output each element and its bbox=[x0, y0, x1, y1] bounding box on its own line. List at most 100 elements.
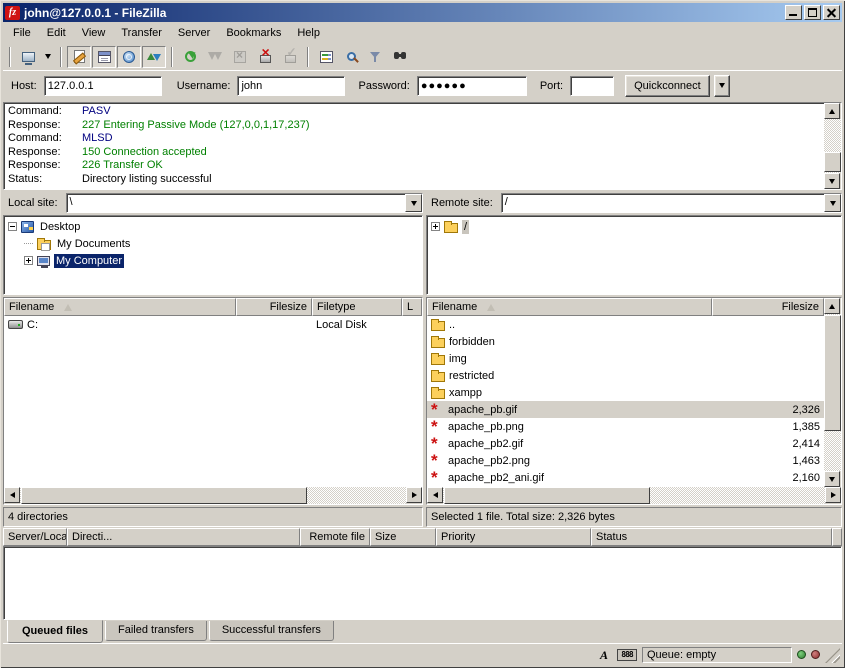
column-header-filename[interactable]: Filename bbox=[427, 298, 712, 316]
site-manager-dropdown-button[interactable] bbox=[41, 46, 55, 68]
scroll-down-button[interactable] bbox=[824, 471, 840, 487]
directory-comparison-button[interactable] bbox=[314, 46, 338, 68]
local-horizontal-scrollbar[interactable] bbox=[4, 487, 422, 504]
scroll-right-button[interactable] bbox=[825, 487, 841, 503]
tree-item-my-computer[interactable]: My Computer bbox=[24, 252, 422, 269]
tree-item-desktop[interactable]: Desktop bbox=[8, 218, 422, 235]
column-header-filetype[interactable]: Filetype bbox=[312, 298, 402, 316]
column-header-last-modified[interactable]: L bbox=[402, 298, 422, 316]
menu-item[interactable]: Edit bbox=[39, 25, 74, 41]
column-header-filesize[interactable]: Filesize bbox=[236, 298, 312, 316]
site-manager-button[interactable] bbox=[16, 46, 40, 68]
file-row[interactable]: .. bbox=[427, 316, 824, 333]
port-input[interactable] bbox=[570, 76, 614, 96]
documents-folder-icon bbox=[37, 240, 51, 250]
combo-dropdown-button[interactable] bbox=[405, 194, 422, 212]
toggle-message-log-button[interactable] bbox=[67, 46, 91, 68]
remote-horizontal-scrollbar[interactable] bbox=[427, 487, 841, 504]
queue-column-header[interactable]: Directi... bbox=[67, 528, 300, 546]
file-row[interactable]: restricted bbox=[427, 367, 824, 384]
queue-tab[interactable]: Failed transfers bbox=[105, 621, 207, 641]
scrollbar-thumb[interactable] bbox=[21, 487, 307, 504]
menu-item[interactable]: Bookmarks bbox=[218, 25, 289, 41]
queue-tab[interactable]: Queued files bbox=[7, 620, 103, 643]
file-row[interactable]: apache_pb2_ani.gif 2,160 bbox=[427, 469, 824, 486]
scroll-left-button[interactable] bbox=[427, 487, 443, 503]
remote-vertical-scrollbar[interactable] bbox=[824, 298, 841, 487]
menu-item[interactable]: File bbox=[5, 25, 39, 41]
scrollbar-track[interactable] bbox=[443, 487, 825, 504]
synchronized-browsing-button[interactable] bbox=[339, 46, 363, 68]
collapse-expander[interactable] bbox=[8, 222, 17, 231]
tree-label[interactable]: Desktop bbox=[38, 220, 82, 234]
process-queue-button[interactable] bbox=[203, 46, 227, 68]
queue-column-header[interactable]: Status bbox=[591, 528, 832, 546]
log-scrollbar[interactable] bbox=[824, 103, 841, 189]
scrollbar-track[interactable] bbox=[20, 487, 406, 504]
toggle-transfer-queue-button[interactable] bbox=[142, 46, 166, 68]
queue-column-header[interactable]: Priority bbox=[436, 528, 591, 546]
file-row[interactable]: apache_pb2.gif 2,414 bbox=[427, 435, 824, 452]
file-row[interactable]: apache_pb2.png 1,463 bbox=[427, 452, 824, 469]
combo-dropdown-button[interactable] bbox=[824, 194, 841, 212]
queue-column-header[interactable]: Remote file bbox=[300, 528, 370, 546]
data-type-icon[interactable] bbox=[596, 647, 612, 662]
toggle-remote-tree-button[interactable] bbox=[117, 46, 141, 68]
minimize-icon bbox=[789, 14, 797, 16]
password-input[interactable] bbox=[417, 76, 527, 96]
directory-listing-filters-button[interactable] bbox=[364, 46, 388, 68]
filename-text: .. bbox=[449, 319, 455, 331]
tree-label[interactable]: My Documents bbox=[55, 237, 132, 251]
speed-limits-icon[interactable] bbox=[617, 649, 637, 661]
scroll-up-button[interactable] bbox=[824, 103, 840, 119]
file-row[interactable]: xampp bbox=[427, 384, 824, 401]
scrollbar-track[interactable] bbox=[824, 119, 841, 173]
menu-item[interactable]: Server bbox=[170, 25, 218, 41]
menu-item[interactable]: Help bbox=[289, 25, 328, 41]
queue-column-header[interactable]: Size bbox=[370, 528, 436, 546]
queue-tab[interactable]: Successful transfers bbox=[209, 621, 334, 641]
file-row[interactable]: C: Local Disk bbox=[4, 316, 422, 333]
scroll-right-button[interactable] bbox=[406, 487, 422, 503]
toggle-local-tree-button[interactable] bbox=[92, 46, 116, 68]
find-files-button[interactable] bbox=[389, 46, 413, 68]
refresh-button[interactable] bbox=[178, 46, 202, 68]
file-row[interactable]: forbidden bbox=[427, 333, 824, 350]
file-row[interactable]: img bbox=[427, 350, 824, 367]
file-row[interactable]: apache_pb.gif 2,326 bbox=[427, 401, 824, 418]
quickconnect-dropdown-button[interactable] bbox=[714, 75, 730, 97]
tree-item-root[interactable]: / bbox=[431, 218, 841, 235]
scrollbar-thumb[interactable] bbox=[824, 152, 841, 172]
log-line-label: Command: bbox=[8, 105, 82, 119]
quickconnect-button[interactable]: Quickconnect bbox=[625, 75, 710, 97]
resize-grip[interactable] bbox=[825, 648, 840, 663]
reconnect-button[interactable] bbox=[278, 46, 302, 68]
queue-column-header[interactable]: Server/Local file bbox=[3, 528, 67, 546]
disconnect-button[interactable] bbox=[253, 46, 277, 68]
scroll-left-button[interactable] bbox=[4, 487, 20, 503]
scroll-up-button[interactable] bbox=[824, 298, 840, 314]
tree-label[interactable]: My Computer bbox=[54, 254, 124, 268]
scrollbar-thumb[interactable] bbox=[824, 315, 841, 431]
scroll-down-button[interactable] bbox=[824, 173, 840, 189]
host-input[interactable] bbox=[44, 76, 162, 96]
menu-item[interactable]: View bbox=[74, 25, 114, 41]
expand-expander[interactable] bbox=[431, 222, 440, 231]
column-header-filename[interactable]: Filename bbox=[4, 298, 236, 316]
local-site-combo[interactable]: \ bbox=[66, 193, 423, 213]
scrollbar-thumb[interactable] bbox=[444, 487, 650, 504]
username-input[interactable] bbox=[237, 76, 345, 96]
maximize-button[interactable] bbox=[804, 5, 821, 20]
column-header-filesize[interactable]: Filesize bbox=[712, 298, 824, 316]
tree-label[interactable]: / bbox=[462, 220, 469, 234]
queue-column-header[interactable] bbox=[832, 528, 842, 546]
minimize-button[interactable] bbox=[785, 5, 802, 20]
menu-item[interactable]: Transfer bbox=[113, 25, 170, 41]
cancel-operation-button[interactable] bbox=[228, 46, 252, 68]
tree-item-my-documents[interactable]: My Documents bbox=[24, 235, 422, 252]
file-row[interactable]: apache_pb.png 1,385 bbox=[427, 418, 824, 435]
close-button[interactable] bbox=[823, 5, 840, 20]
expand-expander[interactable] bbox=[24, 256, 33, 265]
remote-site-combo[interactable]: / bbox=[501, 193, 842, 213]
scrollbar-track[interactable] bbox=[824, 314, 841, 471]
